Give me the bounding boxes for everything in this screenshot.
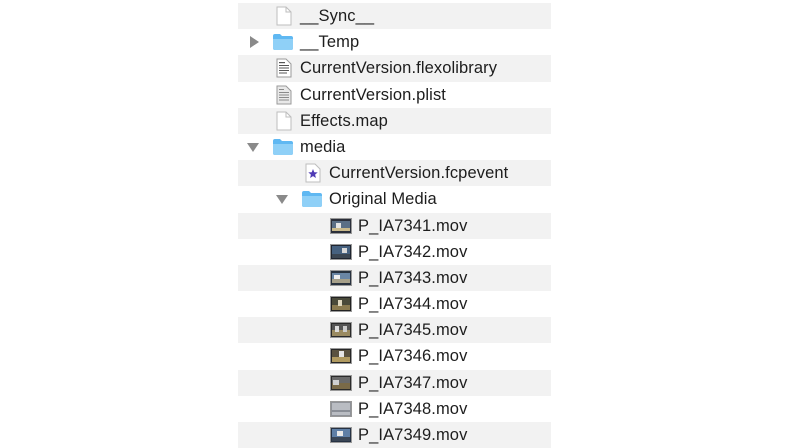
file-row-plist[interactable]: CurrentVersion.plist: [238, 82, 551, 108]
file-name: P_IA7347.mov: [358, 373, 468, 392]
disclosure-expanded-icon[interactable]: [247, 141, 259, 153]
video-thumbnail-icon: [330, 398, 352, 420]
file-name: P_IA7341.mov: [358, 216, 468, 235]
file-name: media: [300, 137, 346, 156]
disclosure-expanded-icon[interactable]: [276, 193, 288, 205]
file-name: P_IA7348.mov: [358, 399, 468, 418]
file-name: P_IA7343.mov: [358, 268, 468, 287]
document-icon: [273, 5, 295, 27]
file-name: CurrentVersion.flexolibrary: [300, 59, 498, 78]
file-row-video[interactable]: P_IA7346.mov: [238, 343, 551, 369]
library-file-icon: [273, 57, 295, 79]
fcpevent-star-icon: [302, 162, 324, 184]
video-thumbnail-icon: [330, 241, 352, 263]
plist-file-icon: [273, 84, 295, 106]
video-thumbnail-icon: [330, 319, 352, 341]
file-name: P_IA7345.mov: [358, 321, 468, 340]
file-name: Effects.map: [300, 111, 388, 130]
file-name: Original Media: [329, 190, 437, 209]
file-row-original-media[interactable]: Original Media: [238, 186, 551, 212]
file-row-effects-map[interactable]: Effects.map: [238, 107, 551, 134]
file-row-fcpevent[interactable]: CurrentVersion.fcpevent: [238, 160, 551, 187]
file-row-video[interactable]: P_IA7349.mov: [238, 422, 551, 448]
file-row-flexolibrary[interactable]: CurrentVersion.flexolibrary: [238, 55, 551, 82]
file-name: CurrentVersion.plist: [300, 85, 446, 104]
file-name: __Temp: [300, 33, 360, 52]
file-row-video[interactable]: P_IA7348.mov: [238, 396, 551, 422]
video-thumbnail-icon: [330, 372, 352, 394]
file-name: __Sync__: [300, 7, 375, 25]
file-row-temp[interactable]: __Temp: [238, 29, 551, 55]
video-thumbnail-icon: [330, 345, 352, 367]
file-row-video[interactable]: P_IA7342.mov: [238, 239, 551, 265]
file-name: CurrentVersion.fcpevent: [329, 164, 509, 183]
file-row-video[interactable]: P_IA7347.mov: [238, 369, 551, 396]
video-thumbnail-icon: [330, 424, 352, 446]
file-row-video[interactable]: P_IA7341.mov: [238, 212, 551, 239]
file-row-video[interactable]: P_IA7345.mov: [238, 317, 551, 344]
file-name: P_IA7344.mov: [358, 295, 468, 314]
folder-icon: [272, 136, 294, 158]
file-row-sync[interactable]: __Sync__: [238, 3, 551, 30]
file-row-media[interactable]: media: [238, 134, 551, 160]
file-row-video[interactable]: P_IA7344.mov: [238, 291, 551, 317]
file-name: P_IA7349.mov: [358, 426, 468, 444]
folder-icon: [301, 188, 323, 210]
file-name: P_IA7346.mov: [358, 347, 468, 366]
document-icon: [273, 110, 295, 132]
video-thumbnail-icon: [330, 215, 352, 237]
video-thumbnail-icon: [330, 293, 352, 315]
file-row-video[interactable]: P_IA7343.mov: [238, 264, 551, 292]
video-thumbnail-icon: [330, 267, 352, 289]
file-list: __Sync__ __Temp CurrentVersion.flexolibr…: [238, 3, 551, 448]
disclosure-collapsed-icon[interactable]: [248, 36, 260, 49]
folder-icon: [272, 31, 294, 53]
file-name: P_IA7342.mov: [358, 242, 468, 261]
